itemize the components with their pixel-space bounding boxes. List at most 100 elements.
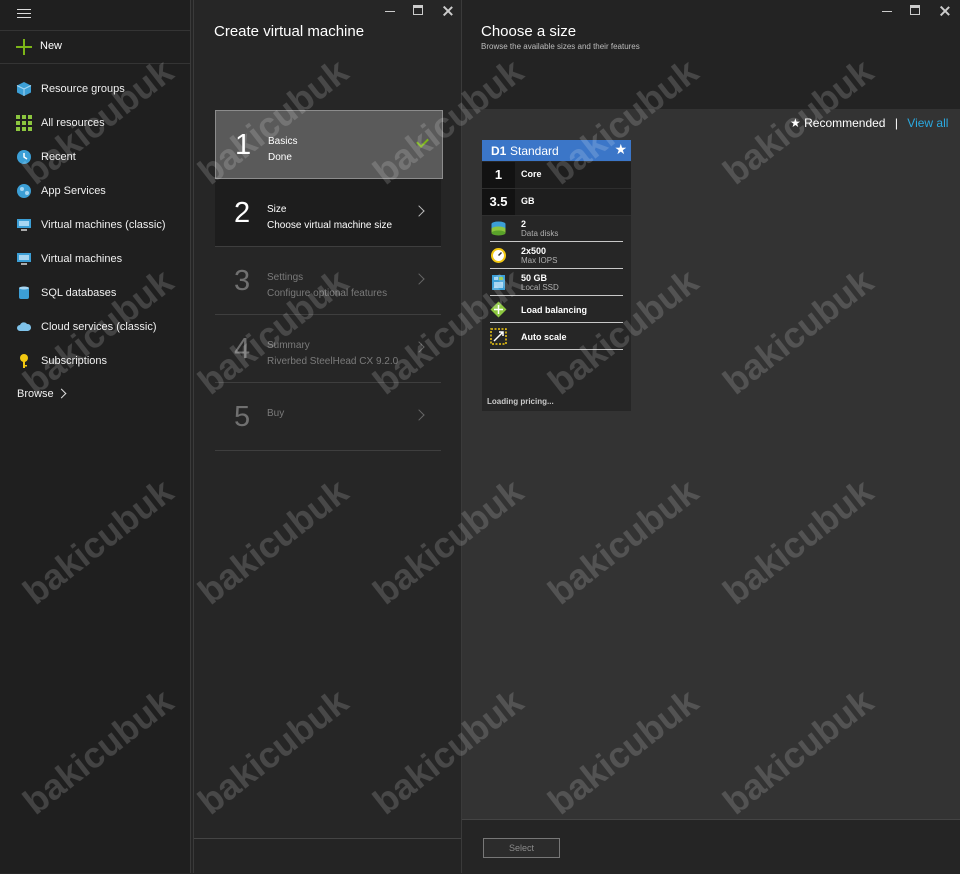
feature-label: Max IOPS — [521, 256, 558, 265]
step-subtitle: Riverbed SteelHead CX 9.2.0 — [267, 356, 399, 367]
cores-row: 1 Core — [482, 162, 631, 189]
minimize-icon[interactable] — [882, 6, 892, 12]
sidebar-item-label: All resources — [41, 117, 105, 129]
sidebar-item-sql-databases[interactable]: SQL databases — [0, 276, 190, 310]
feature-data-disks: 2 Data disks — [490, 215, 623, 242]
size-code: D1 — [491, 144, 507, 158]
blade-title: Create virtual machine — [214, 23, 365, 40]
maximize-icon[interactable] — [413, 5, 423, 15]
app-services-icon — [17, 184, 31, 198]
sidebar-item-subscriptions[interactable]: Subscriptions — [0, 344, 190, 378]
feature-label: Local SSD — [521, 283, 559, 292]
sidebar: New Resource groups All resources Recent… — [0, 0, 191, 873]
sidebar-item-cloud-services-classic[interactable]: Cloud services (classic) — [0, 310, 190, 344]
feature-value: 50 GB — [521, 273, 548, 283]
create-vm-blade: Create virtual machine 1 Basics Done 2 S… — [193, 0, 462, 874]
memory-unit: GB — [521, 196, 535, 206]
key-icon — [20, 354, 28, 368]
chevron-right-icon — [56, 388, 67, 399]
maximize-icon[interactable] — [910, 5, 920, 15]
step-size[interactable]: 2 Size Choose virtual machine size — [215, 179, 441, 247]
step-settings[interactable]: 3 Settings Configure optional features — [215, 247, 441, 315]
select-button[interactable]: Select — [483, 838, 560, 858]
checkmark-icon — [416, 135, 429, 148]
sidebar-item-virtual-machines[interactable]: Virtual machines — [0, 242, 190, 276]
sidebar-item-resource-groups[interactable]: Resource groups — [0, 72, 190, 106]
gauge-icon — [491, 248, 506, 263]
step-number: 1 — [235, 129, 252, 161]
size-card-d1[interactable]: D1 Standard ★ 1 Core 3.5 GB 2 Data disks… — [482, 140, 631, 411]
blade-footer — [194, 838, 461, 874]
sidebar-item-label: Subscriptions — [41, 355, 108, 367]
loading-pricing-text: Loading pricing... — [487, 397, 554, 406]
size-card-header: D1 Standard ★ — [482, 140, 631, 161]
sidebar-item-label: Virtual machines — [41, 253, 123, 265]
plus-icon — [16, 39, 32, 55]
blade-subtitle: Browse the available sizes and their fea… — [481, 42, 640, 51]
database-icon — [19, 286, 29, 299]
sidebar-item-recent[interactable]: Recent — [0, 140, 190, 174]
step-number: 4 — [234, 333, 251, 365]
step-title: Summary — [267, 340, 310, 351]
chevron-right-icon — [413, 205, 425, 217]
feature-auto-scale: Auto scale — [490, 323, 623, 350]
sidebar-item-label: Resource groups — [41, 83, 125, 95]
step-buy[interactable]: 5 Buy — [215, 383, 441, 451]
sidebar-item-label: Virtual machines (classic) — [41, 219, 166, 231]
clock-icon — [17, 150, 31, 164]
load-balancing-icon — [490, 301, 507, 318]
sidebar-item-virtual-machines-classic[interactable]: Virtual machines (classic) — [0, 208, 190, 242]
hamburger-menu-icon[interactable] — [17, 9, 31, 19]
view-all-link[interactable]: View all — [907, 116, 948, 130]
close-icon[interactable] — [939, 5, 951, 17]
chevron-right-icon — [413, 273, 425, 285]
cores-value: 1 — [482, 162, 515, 188]
feature-value: 2 — [521, 219, 527, 229]
ssd-icon — [492, 275, 505, 290]
recommended-label[interactable]: Recommended — [804, 116, 885, 130]
step-subtitle: Done — [268, 152, 292, 163]
close-icon[interactable] — [442, 5, 454, 17]
size-tier: Standard — [510, 144, 559, 158]
step-title: Settings — [267, 272, 304, 283]
new-label: New — [40, 40, 63, 52]
resource-groups-icon — [16, 82, 32, 96]
feature-value: Auto scale — [521, 332, 567, 342]
sidebar-item-label: Cloud services (classic) — [41, 321, 157, 333]
blade-footer: Select — [462, 819, 960, 874]
feature-value: 2x500 — [521, 246, 547, 256]
step-basics[interactable]: 1 Basics Done — [215, 110, 443, 179]
feature-load-balancing: Load balancing — [490, 296, 623, 323]
minimize-icon[interactable] — [385, 6, 395, 12]
feature-local-ssd: 50 GB Local SSD — [490, 269, 623, 296]
step-title: Buy — [267, 408, 285, 419]
sidebar-item-all-resources[interactable]: All resources — [0, 106, 190, 140]
cores-unit: Core — [521, 169, 542, 179]
blade-header: Choose a size Browse the available sizes… — [462, 0, 960, 109]
monitor-icon — [17, 253, 31, 265]
step-number: 2 — [234, 197, 251, 229]
step-summary[interactable]: 4 Summary Riverbed SteelHead CX 9.2.0 — [215, 315, 441, 383]
cloud-icon — [17, 322, 32, 331]
sidebar-item-label: SQL databases — [41, 287, 117, 299]
all-resources-icon — [16, 115, 32, 131]
step-number: 3 — [234, 265, 251, 297]
memory-value: 3.5 — [482, 189, 515, 215]
step-number: 5 — [234, 401, 251, 433]
choose-size-blade: Choose a size Browse the available sizes… — [462, 0, 960, 874]
step-title: Size — [267, 204, 287, 215]
star-icon: ★ — [614, 141, 627, 157]
memory-row: 3.5 GB — [482, 189, 631, 216]
new-button[interactable]: New — [0, 30, 190, 64]
sidebar-item-label: App Services — [41, 185, 106, 197]
sidebar-item-app-services[interactable]: App Services — [0, 174, 190, 208]
feature-value: Load balancing — [521, 305, 588, 315]
chevron-right-icon — [413, 409, 425, 421]
recommended-filter: ★ Recommended | View all — [790, 116, 948, 130]
blade-title: Choose a size — [481, 23, 577, 40]
star-icon: ★ — [790, 116, 801, 130]
browse-link[interactable]: Browse — [17, 388, 54, 400]
step-subtitle: Configure optional features — [267, 288, 388, 299]
auto-scale-icon — [490, 328, 507, 345]
disk-icon — [491, 221, 506, 236]
